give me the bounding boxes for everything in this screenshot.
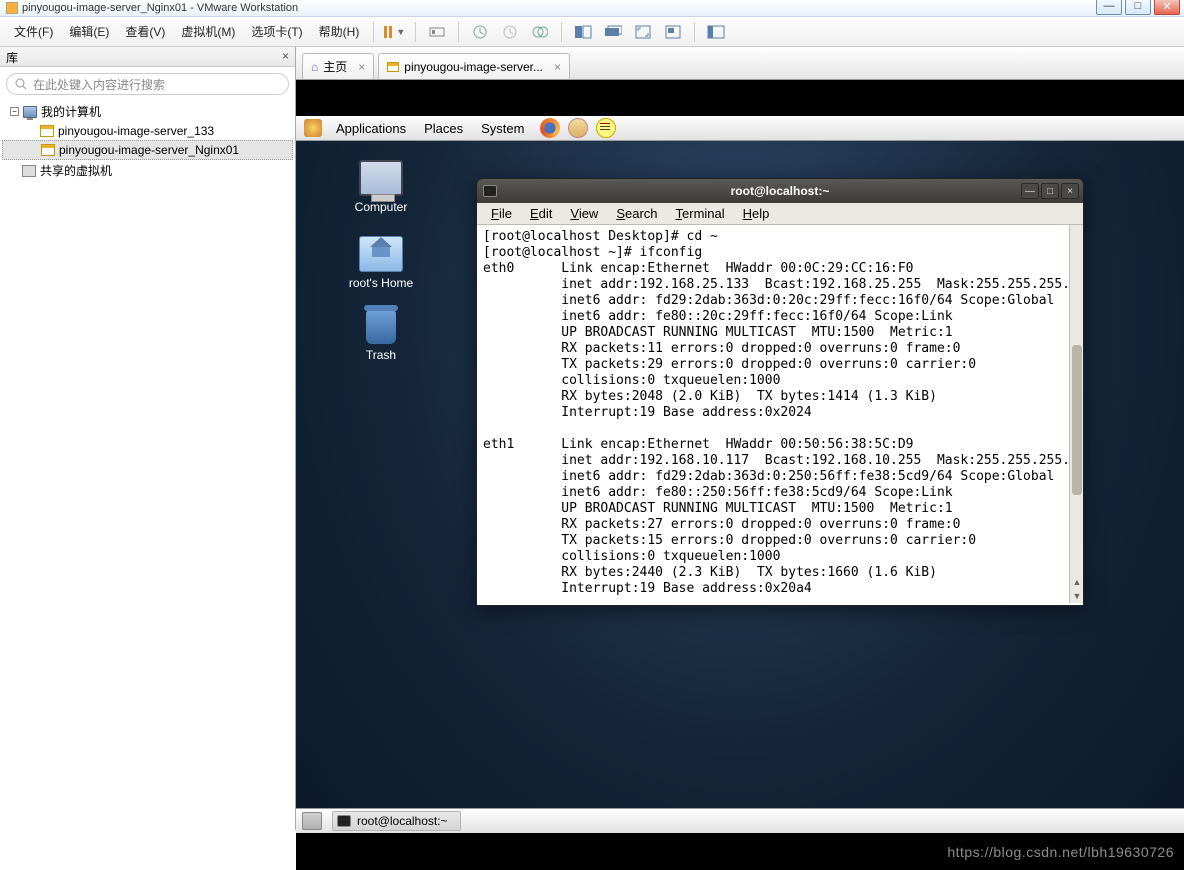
manage-snapshots-icon[interactable] [530, 22, 550, 42]
gnome-system-menu[interactable]: System [473, 118, 532, 139]
tree-vm-item-selected[interactable]: pinyougou-image-server_Nginx01 [2, 140, 293, 160]
pause-vm-button[interactable]: ▼ [384, 26, 405, 38]
watermark-text: https://blog.csdn.net/lbh19630726 [947, 844, 1174, 860]
tab-home[interactable]: ⌂ 主页 × [302, 53, 374, 79]
minimize-button[interactable]: — [1096, 0, 1122, 15]
taskbar-button-label: root@localhost:~ [357, 814, 448, 828]
tree-shared-vms[interactable]: 共享的虚拟机 [2, 160, 293, 181]
tree-item-label: pinyougou-image-server_Nginx01 [59, 143, 239, 157]
scrollbar-up-icon[interactable]: ▲ [1070, 575, 1084, 589]
show-console-icon[interactable] [573, 22, 593, 42]
snapshot-icon[interactable] [470, 22, 490, 42]
tab-strip: ⌂ 主页 × pinyougou-image-server... × [296, 47, 1184, 80]
scrollbar-thumb[interactable] [1072, 345, 1082, 495]
library-panel: 库 × 在此处键入内容进行搜索 − 我的计算机 pinyougou-image-… [0, 47, 296, 830]
firefox-icon[interactable] [540, 118, 560, 138]
window-title: pinyougou-image-server_Nginx01 - VMware … [22, 2, 298, 14]
menu-edit[interactable]: 编辑(E) [61, 19, 117, 44]
trash-icon [366, 310, 396, 344]
terminal-title: root@localhost:~ [731, 184, 830, 198]
library-search-placeholder: 在此处键入内容进行搜索 [33, 76, 165, 93]
menu-help[interactable]: 帮助(H) [311, 19, 368, 44]
library-toggle-icon[interactable] [706, 22, 726, 42]
tree-root-my-computer[interactable]: − 我的计算机 [2, 101, 293, 122]
computer-icon [23, 106, 37, 118]
gnome-places-menu[interactable]: Places [416, 118, 471, 139]
terminal-icon [337, 815, 351, 827]
window-title-bar: pinyougou-image-server_Nginx01 - VMware … [0, 0, 1184, 17]
library-title: 库 [6, 49, 18, 64]
tree-item-label: pinyougou-image-server_133 [58, 124, 214, 138]
library-tree: − 我的计算机 pinyougou-image-server_133 pinyo… [2, 101, 293, 181]
fullscreen-icon[interactable] [633, 22, 653, 42]
menu-file[interactable]: 文件(F) [6, 19, 61, 44]
gnome-applications-menu[interactable]: Applications [328, 118, 414, 139]
menu-tabs[interactable]: 选项卡(T) [243, 19, 310, 44]
terminal-output[interactable]: [root@localhost Desktop]# cd ~ [root@loc… [477, 225, 1083, 605]
gnome-bottom-panel: root@localhost:~ [296, 808, 1184, 833]
terminal-menu-view[interactable]: View [562, 204, 606, 223]
terminal-menu-help[interactable]: Help [735, 204, 778, 223]
send-ctrl-alt-del-icon[interactable] [427, 22, 447, 42]
desktop-icon-label: Trash [336, 348, 426, 362]
guest-desktop[interactable]: Applications Places System Computer root… [296, 80, 1184, 870]
vm-icon [387, 62, 399, 72]
file-manager-icon[interactable] [568, 118, 588, 138]
terminal-close-button[interactable]: × [1061, 183, 1079, 199]
computer-icon [359, 160, 403, 196]
tab-vm[interactable]: pinyougou-image-server... × [378, 53, 570, 79]
show-desktop-button[interactable] [302, 812, 322, 830]
library-close-icon[interactable]: × [282, 49, 289, 64]
vmware-menubar: 文件(F) 编辑(E) 查看(V) 虚拟机(M) 选项卡(T) 帮助(H) ▼ [0, 17, 1184, 47]
terminal-titlebar[interactable]: root@localhost:~ — □ × [477, 179, 1083, 203]
terminal-scrollbar[interactable]: ▲ ▼ [1069, 225, 1083, 603]
library-search-input[interactable]: 在此处键入内容进行搜索 [6, 73, 289, 95]
terminal-menu-search[interactable]: Search [608, 204, 665, 223]
notes-icon[interactable] [596, 118, 616, 138]
maximize-button[interactable]: □ [1125, 0, 1151, 15]
menu-view[interactable]: 查看(V) [117, 19, 173, 44]
terminal-icon [483, 185, 497, 197]
scrollbar-down-icon[interactable]: ▼ [1070, 589, 1084, 603]
close-button[interactable]: ✕ [1154, 0, 1180, 15]
tree-root-label: 我的计算机 [41, 103, 101, 120]
desktop-icon-trash[interactable]: Trash [336, 310, 426, 362]
search-icon [15, 78, 27, 90]
tree-shared-label: 共享的虚拟机 [40, 162, 112, 179]
vm-icon [41, 144, 55, 156]
tree-vm-item[interactable]: pinyougou-image-server_133 [2, 122, 293, 140]
terminal-maximize-button[interactable]: □ [1041, 183, 1059, 199]
shared-vm-icon [22, 165, 36, 177]
tab-close-icon[interactable]: × [554, 60, 561, 74]
guest-black-bar [296, 80, 1184, 116]
gnome-top-panel: Applications Places System [296, 116, 1184, 141]
desktop-icon-home[interactable]: root's Home [336, 236, 426, 290]
desktop-icon-label: Computer [336, 200, 426, 214]
vmware-app-icon [6, 2, 18, 14]
library-header: 库 × [0, 47, 295, 67]
tab-close-icon[interactable]: × [358, 60, 365, 74]
terminal-menu-edit[interactable]: Edit [522, 204, 560, 223]
tab-vm-label: pinyougou-image-server... [404, 60, 543, 74]
chevron-down-icon: ▼ [396, 27, 405, 37]
terminal-menubar: File Edit View Search Terminal Help [477, 203, 1083, 225]
desktop-icon-label: root's Home [336, 276, 426, 290]
desktop-icon-computer[interactable]: Computer [336, 160, 426, 214]
terminal-window[interactable]: root@localhost:~ — □ × File Edit View Se… [476, 178, 1084, 606]
multi-monitor-icon[interactable] [603, 22, 623, 42]
vm-icon [40, 125, 54, 137]
unity-icon[interactable] [663, 22, 683, 42]
menu-vm[interactable]: 虚拟机(M) [173, 19, 243, 44]
gnome-foot-icon[interactable] [304, 119, 322, 137]
terminal-menu-terminal[interactable]: Terminal [668, 204, 733, 223]
taskbar-terminal-button[interactable]: root@localhost:~ [332, 811, 461, 831]
terminal-menu-file[interactable]: File [483, 204, 520, 223]
collapse-icon[interactable]: − [10, 107, 19, 116]
main-content-area: ⌂ 主页 × pinyougou-image-server... × Appli… [296, 47, 1184, 870]
terminal-minimize-button[interactable]: — [1021, 183, 1039, 199]
home-icon: ⌂ [311, 60, 318, 74]
home-folder-icon [359, 236, 403, 272]
tab-home-label: 主页 [323, 58, 347, 75]
revert-snapshot-icon[interactable] [500, 22, 520, 42]
